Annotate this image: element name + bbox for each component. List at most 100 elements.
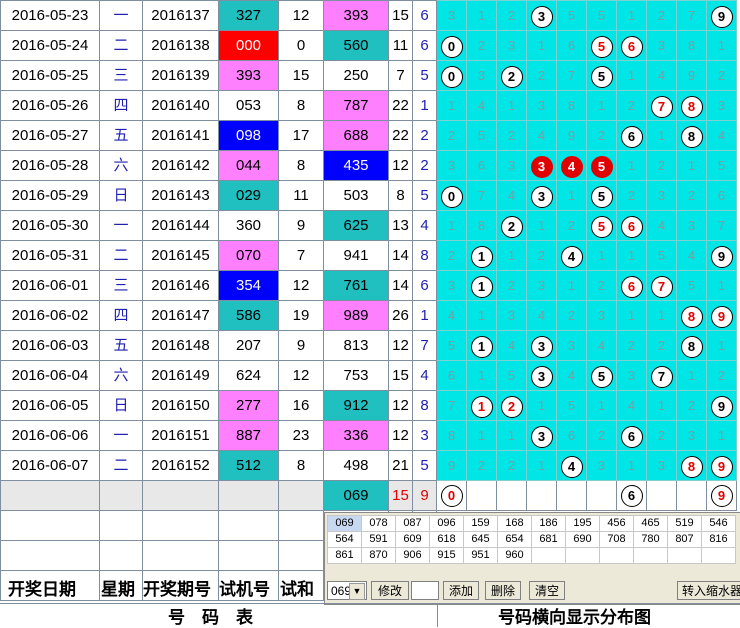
issue-number: 2016141 [142, 120, 219, 151]
forecast-distribution-cell [676, 480, 707, 511]
distribution-cell: 3 [466, 60, 497, 91]
number-list-item[interactable]: 870 [361, 547, 396, 564]
number-list-item[interactable]: 564 [327, 531, 362, 548]
number-list-item[interactable] [701, 547, 736, 564]
hit-circle: 4 [560, 455, 583, 478]
distribution-cell: 4 [556, 240, 587, 271]
number-list-item[interactable]: 654 [497, 531, 532, 548]
empty-cell [278, 480, 324, 511]
number-list-item[interactable]: 186 [531, 515, 566, 532]
last-digit: 5 [412, 60, 437, 91]
last-digit: 3 [412, 420, 437, 451]
draw-date: 2016-06-04 [0, 360, 100, 391]
number-list[interactable]: 069 078 087 096 159 168 186 195 456 465 519 546 564 5… [327, 515, 736, 564]
hit-circle: 1 [470, 395, 493, 418]
delete-button[interactable]: 删除 [485, 581, 521, 600]
number-select[interactable]: 069 ▼ [327, 581, 367, 600]
forecast-distribution-cell: 6 [616, 480, 647, 511]
distribution-cell: 6 [616, 270, 647, 301]
chevron-down-icon[interactable]: ▼ [349, 583, 365, 600]
draw-date: 2016-05-25 [0, 60, 100, 91]
hit-circle: 7 [650, 95, 673, 118]
clear-button[interactable]: 清空 [529, 581, 565, 600]
number-list-item[interactable]: 708 [599, 531, 634, 548]
table-row: 2016-05-23 一 2016137 327 12 393 15 6 3 1 2 3 5 5 1 2 7 9 [0, 0, 737, 31]
distribution-cell: 1 [556, 270, 587, 301]
distribution-cell: 1 [586, 240, 617, 271]
draw-number: 625 [323, 210, 389, 241]
number-list-item[interactable] [565, 547, 600, 564]
number-list-item[interactable]: 609 [395, 531, 430, 548]
distribution-cell: 9 [706, 390, 737, 421]
hit-circle: 8 [680, 335, 703, 358]
number-list-item[interactable]: 861 [327, 547, 362, 564]
number-list-item[interactable]: 546 [701, 515, 736, 532]
number-list-item[interactable] [633, 547, 668, 564]
empty-cell [0, 510, 100, 541]
number-list-item[interactable]: 915 [429, 547, 464, 564]
number-list-item[interactable] [599, 547, 634, 564]
distribution-cell: 2 [526, 60, 557, 91]
number-list-item[interactable]: 951 [463, 547, 498, 564]
number-list-item[interactable] [531, 547, 566, 564]
table-row: 2016-05-25 三 2016139 393 15 250 7 5 0 3 2 2 7 5 1 4 9 2 [0, 60, 737, 91]
modify-button[interactable]: 修改 [371, 581, 409, 600]
distribution-cell: 1 [706, 420, 737, 451]
empty-cell [142, 480, 219, 511]
number-list-item[interactable]: 690 [565, 531, 600, 548]
number-list-item[interactable]: 960 [497, 547, 532, 564]
draw-date: 2016-06-01 [0, 270, 100, 301]
distribution-cell: 6 [556, 30, 587, 61]
distribution-cell: 1 [616, 150, 647, 181]
number-list-item[interactable]: 780 [633, 531, 668, 548]
number-list-item[interactable]: 816 [701, 531, 736, 548]
distribution-cell: 1 [556, 180, 587, 211]
number-list-item[interactable]: 069 [327, 515, 362, 532]
distribution-cell: 3 [676, 210, 707, 241]
distribution-cell: 1 [616, 0, 647, 31]
number-list-item[interactable]: 096 [429, 515, 464, 532]
hit-circle: 9 [710, 245, 733, 268]
distribution-cell: 7 [676, 0, 707, 31]
distribution-cell: 4 [706, 120, 737, 151]
distribution-cell: 2 [586, 420, 617, 451]
span-value: 26 [388, 300, 413, 331]
table-row: 2016-06-03 五 2016148 207 9 813 12 7 5 1 4 3 3 4 2 2 8 1 [0, 330, 737, 361]
distribution-cell: 6 [436, 360, 467, 391]
add-button[interactable]: 添加 [443, 581, 479, 600]
empty-cell [142, 540, 219, 571]
number-list-item[interactable]: 465 [633, 515, 668, 532]
number-input[interactable] [411, 581, 439, 600]
number-list-item[interactable]: 807 [667, 531, 702, 548]
distribution-cell: 8 [676, 300, 707, 331]
number-list-item[interactable] [667, 547, 702, 564]
number-list-item[interactable]: 078 [361, 515, 396, 532]
number-list-item[interactable]: 618 [429, 531, 464, 548]
number-list-item[interactable]: 681 [531, 531, 566, 548]
issue-number: 2016145 [142, 240, 219, 271]
distribution-cell: 7 [646, 90, 677, 121]
draw-number: 250 [323, 60, 389, 91]
number-list-item[interactable]: 159 [463, 515, 498, 532]
number-list-item[interactable]: 087 [395, 515, 430, 532]
distribution-cell: 7 [706, 210, 737, 241]
number-list-item[interactable]: 591 [361, 531, 396, 548]
hit-circle: 0 [440, 485, 463, 508]
distribution-cell: 5 [586, 180, 617, 211]
span-value: 12 [388, 150, 413, 181]
span-value: 8 [388, 180, 413, 211]
distribution-cell: 3 [646, 180, 677, 211]
distribution-cell: 2 [556, 210, 587, 241]
last-digit: 5 [412, 180, 437, 211]
number-list-item[interactable]: 906 [395, 547, 430, 564]
number-list-item[interactable]: 519 [667, 515, 702, 532]
distribution-cell: 3 [526, 360, 557, 391]
number-list-item[interactable]: 168 [497, 515, 532, 532]
number-list-item[interactable]: 456 [599, 515, 634, 532]
footer-divider [437, 603, 438, 627]
draw-date: 2016-06-06 [0, 420, 100, 451]
number-list-item[interactable]: 195 [565, 515, 600, 532]
number-list-item[interactable]: 645 [463, 531, 498, 548]
hit-circle: 5 [590, 215, 613, 238]
transfer-button[interactable]: 转入缩水器 [677, 581, 740, 600]
